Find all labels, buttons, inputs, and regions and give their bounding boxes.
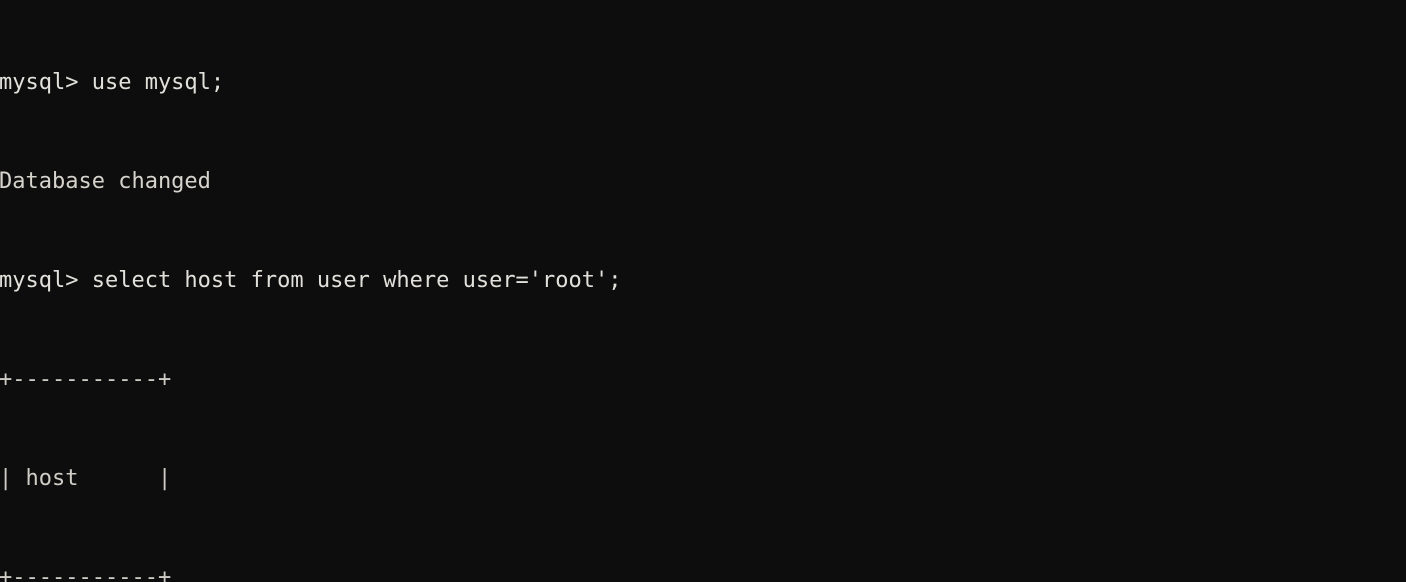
result-table-header-separator: +-----------+	[0, 565, 172, 582]
terminal-line-database-changed: Database changed	[0, 169, 211, 194]
result-table-header-row: | host |	[0, 466, 172, 491]
terminal-window[interactable]: mysql> use mysql; Database changed mysql…	[0, 0, 1406, 582]
terminal-line-use-mysql: mysql> use mysql;	[0, 70, 225, 95]
terminal-line-select-host: mysql> select host from user where user=…	[0, 268, 622, 293]
result-table-top-border: +-----------+	[0, 367, 172, 392]
terminal-screen[interactable]: mysql> use mysql; Database changed mysql…	[0, 0, 1406, 582]
